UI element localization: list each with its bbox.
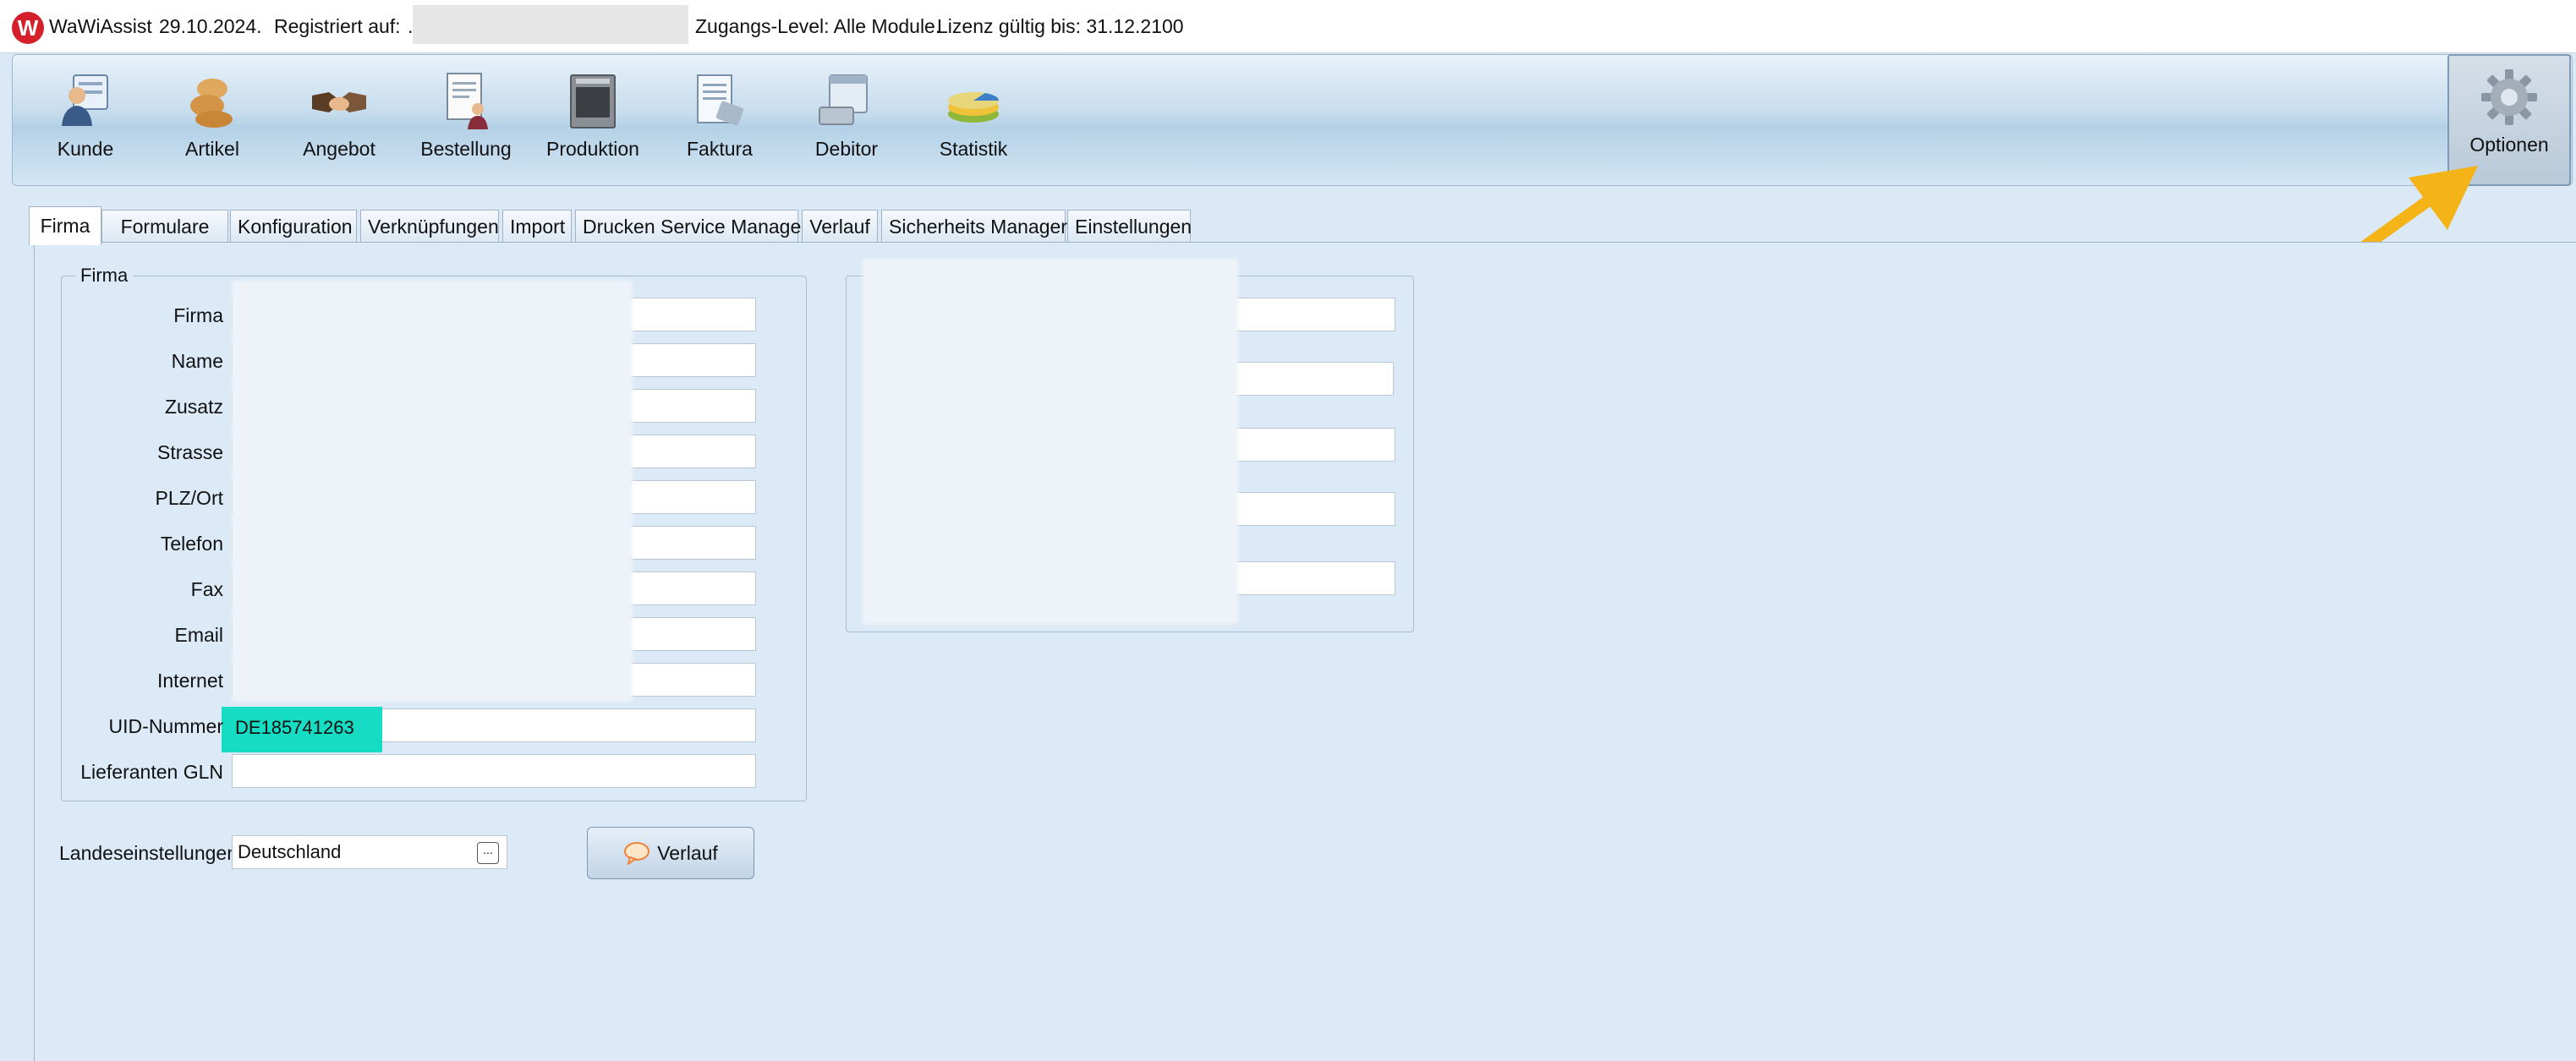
registered-redacted-area [413, 5, 688, 44]
label-plz-ort: PLZ/Ort [155, 487, 223, 509]
label-zusatz: Zusatz [164, 396, 223, 418]
tab-formulare-label: Formulare [120, 216, 210, 238]
ribbon-faktura-label: Faktura [687, 138, 753, 160]
app-name: WaWiAssist [49, 15, 152, 37]
app-logo-icon: W [12, 12, 44, 44]
ribbon-artikel-button[interactable]: Artikel [153, 70, 271, 172]
title-bar: W WaWiAssist 29.10.2024. Registriert auf… [0, 0, 2576, 53]
tab-import[interactable]: Import [502, 210, 572, 242]
statistics-icon [948, 92, 1000, 123]
invoice-icon [697, 74, 744, 126]
ribbon-produktion-label: Produktion [546, 138, 639, 160]
tab-import-label: Import [510, 216, 566, 238]
tab-verlauf-label: Verlauf [809, 216, 870, 238]
tab-konfiguration-label: Konfiguration [238, 216, 353, 238]
label-landeseinstellungen: Landeseinstellungen [59, 842, 238, 864]
ribbon-kunde-label: Kunde [57, 138, 114, 160]
app-date: 29.10.2024. [159, 15, 262, 37]
access-level: Zugangs-Level: Alle Module. [695, 15, 941, 37]
tab-einstellungen-label: Einstellungen [1075, 216, 1192, 238]
label-strasse: Strasse [157, 441, 223, 463]
debtor-icon [819, 74, 868, 125]
tab-sicherheits-label: Sicherheits Manager [889, 216, 1067, 238]
ribbon-bestellung-button[interactable]: Bestellung [407, 70, 525, 172]
label-name: Name [171, 350, 223, 372]
gear-icon [2481, 69, 2537, 125]
label-fax: Fax [190, 578, 223, 600]
tab-drucken-label: Drucken Service Manager [583, 216, 808, 238]
speech-bubble-icon [624, 842, 650, 865]
ribbon-statistik-label: Statistik [939, 138, 1008, 160]
ribbon-faktura-button[interactable]: Faktura [660, 70, 779, 172]
main-ribbon: Kunde Artikel Angebot Bestellung Produkt… [12, 54, 2573, 186]
redacted-firma-values [232, 281, 633, 702]
firma-group-title: Firma [75, 265, 134, 287]
tab-verlauf[interactable]: Verlauf [802, 210, 878, 242]
tab-drucken-service-manager[interactable]: Drucken Service Manager [575, 210, 808, 242]
tab-formulare[interactable]: Formulare [101, 210, 228, 242]
license-info: Lizenz gültig bis: 31.12.2100 [937, 15, 1184, 37]
registered-label: Registriert auf: [274, 15, 401, 37]
ribbon-produktion-button[interactable]: Produktion [534, 70, 652, 172]
label-lieferanten-gln: Lieferanten GLN [80, 761, 223, 783]
ribbon-debitor-label: Debitor [814, 138, 879, 160]
tab-firma[interactable]: Firma [29, 206, 101, 245]
tab-einstellungen[interactable]: Einstellungen [1067, 210, 1192, 242]
landeseinstellungen-browse-button[interactable]: ... [477, 842, 499, 864]
uid-nummer-value: DE185741263 [235, 717, 354, 738]
ribbon-artikel-label: Artikel [185, 138, 239, 160]
verlauf-button[interactable]: Verlauf [587, 827, 754, 879]
label-email: Email [174, 624, 223, 646]
production-icon [570, 74, 616, 129]
tab-verknuepfungen[interactable]: Verknüpfungen [360, 210, 499, 242]
label-internet: Internet [157, 670, 223, 692]
tab-konfiguration[interactable]: Konfiguration [230, 210, 357, 242]
article-icon [190, 79, 233, 128]
registered-value: . [408, 15, 414, 37]
tab-firma-label: Firma [40, 215, 90, 237]
ribbon-kunde-button[interactable]: Kunde [26, 70, 145, 172]
landeseinstellungen-input[interactable] [232, 835, 507, 869]
ribbon-debitor-button[interactable]: Debitor [787, 70, 906, 172]
label-telefon: Telefon [160, 533, 223, 555]
customer-icon [62, 74, 108, 126]
tab-sicherheits-manager[interactable]: Sicherheits Manager [881, 210, 1067, 242]
verlauf-button-label: Verlauf [657, 841, 718, 864]
ribbon-statistik-button[interactable]: Statistik [914, 70, 1033, 172]
tab-verknuepfungen-label: Verknüpfungen [368, 216, 499, 238]
ribbon-angebot-label: Angebot [303, 138, 375, 160]
ribbon-angebot-button[interactable]: Angebot [280, 70, 398, 172]
label-firma: Firma [173, 304, 223, 326]
label-uid-nummer: UID-Nummer [108, 715, 223, 737]
order-icon [447, 73, 488, 129]
ribbon-bestellung-label: Bestellung [420, 138, 512, 160]
redacted-secondary-values [863, 259, 1238, 624]
lieferanten-gln-input[interactable] [232, 754, 756, 788]
handshake-icon [312, 92, 366, 112]
